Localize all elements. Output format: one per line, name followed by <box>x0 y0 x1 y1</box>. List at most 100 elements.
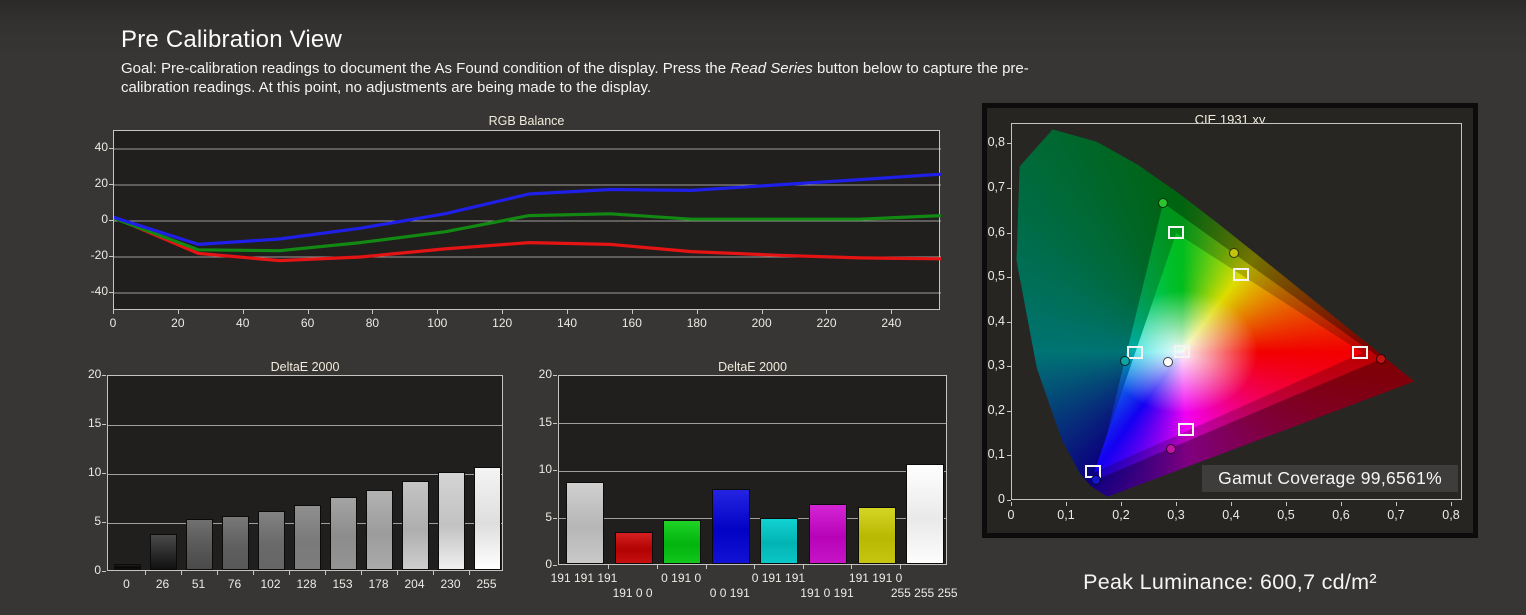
rgb-y-tick-label: 0 <box>101 212 108 226</box>
deltae-x-tick <box>754 565 756 569</box>
cie-y-tick <box>1007 277 1011 279</box>
rgb-x-tick <box>307 310 309 314</box>
deltae-bar <box>566 482 604 564</box>
deltae-x-tick <box>802 565 804 569</box>
deltae-y-tick <box>553 375 557 376</box>
cie-x-tick <box>1231 502 1232 506</box>
deltae-bar-label: 0 191 0 <box>661 571 702 585</box>
deltae-bar <box>294 505 321 570</box>
deltae-grayscale-title: DeltaE 2000 <box>270 360 340 374</box>
rgb-x-tick-label: 180 <box>686 316 707 330</box>
deltae-y-tick <box>102 473 106 474</box>
deltae-color-plot <box>558 375 947 565</box>
cie-target-green-square <box>1168 225 1185 239</box>
deltae-bar <box>906 464 945 564</box>
deltae-bar <box>258 511 285 570</box>
deltae-bar <box>711 489 750 564</box>
deltae-y-tick <box>102 424 106 425</box>
deltae-y-tick-label: 15 <box>538 414 552 429</box>
cie-x-tick <box>1286 502 1287 506</box>
deltae-y-tick-label: 10 <box>538 462 552 476</box>
deltae-x-tick <box>851 565 853 569</box>
rgb-y-tick <box>109 148 113 149</box>
rgb-x-tick-label: 240 <box>881 316 902 330</box>
rgb-x-tick-label: 220 <box>816 316 837 330</box>
gridline <box>559 423 946 424</box>
rgb-x-tick-label: 60 <box>300 316 315 330</box>
deltae-bar-label: 255 255 255 <box>890 586 958 600</box>
rgb-y-tick-label: -20 <box>90 248 108 262</box>
goal-text: Goal: Pre-calibration readings to docume… <box>121 60 1036 98</box>
cie-y-tick-label: 0,4 <box>987 313 1005 328</box>
deltae-bar-label: 0 191 191 <box>751 571 806 585</box>
deltae-x-tick <box>180 571 182 575</box>
deltae-x-tick <box>144 571 146 575</box>
deltae-bar-label: 191 191 191 <box>550 571 618 585</box>
page-title: Pre Calibration View <box>121 26 342 53</box>
deltae-x-tick <box>252 571 254 575</box>
deltae-y-tick <box>553 422 557 424</box>
rgb-x-tick-label: 160 <box>621 316 642 330</box>
cie-x-tick-label: 0,5 <box>1277 508 1295 522</box>
deltae-y-tick <box>553 517 557 519</box>
deltae-y-tick <box>102 522 106 523</box>
deltae-color-chart: DeltaE 2000 0 5 10 15 20 191 191 191 191 0 0 0 … <box>535 358 960 613</box>
deltae-bar-label: 191 0 191 <box>800 586 854 600</box>
rgb-x-tick <box>242 310 244 314</box>
deltae-y-tick-label: 0 <box>545 557 552 571</box>
cie-x-tick <box>1011 502 1012 506</box>
rgb-line-red <box>114 215 941 263</box>
cie-y-tick <box>1007 143 1011 145</box>
rgb-y-tick <box>109 256 113 257</box>
rgb-x-tick-label: 0 <box>109 316 117 330</box>
gridline <box>108 424 502 426</box>
cie-measured-green-point <box>1158 197 1169 208</box>
rgb-x-tick-label: 120 <box>492 316 513 330</box>
rgb-x-tick <box>826 310 828 314</box>
rgb-x-tick <box>696 310 698 314</box>
deltae-bar-label: 191 0 0 <box>612 586 653 600</box>
cie-x-tick-label: 0,4 <box>1222 508 1240 522</box>
cie-x-tick <box>1176 502 1177 506</box>
cie-target-yellow-square <box>1232 268 1249 282</box>
deltae-bar <box>330 497 357 570</box>
cie-x-tick <box>1066 502 1067 506</box>
rgb-x-tick-label: 100 <box>427 316 448 330</box>
rgb-balance-lines <box>114 148 941 294</box>
deltae-bar <box>614 532 653 564</box>
deltae-x-tick <box>324 571 326 575</box>
cie-target-white-square <box>1174 345 1191 359</box>
cie-x-tick-label: 0,7 <box>1387 508 1405 522</box>
gridline <box>559 470 946 472</box>
cie-y-tick-label: 0,3 <box>987 358 1005 373</box>
rgb-y-tick <box>109 184 113 185</box>
deltae-bar <box>114 564 141 570</box>
cie-y-tick <box>1007 455 1011 457</box>
cie-y-tick-label: 0,1 <box>987 447 1005 462</box>
deltae-x-tick <box>288 571 290 575</box>
rgb-x-tick <box>761 310 763 314</box>
goal-read-series: Read Series <box>730 60 813 77</box>
cie-x-tick-label: 0,8 <box>1442 508 1460 522</box>
deltae-bar <box>809 504 847 564</box>
deltae-bar-label: 255 <box>476 577 497 591</box>
rgb-x-tick-label: 140 <box>557 316 578 330</box>
cie-x-tick <box>1121 502 1122 506</box>
rgb-balance-chart: RGB Balance 40 20 0 -20 -40 0 20 40 60 80 100 120 14… <box>88 112 955 344</box>
rgb-balance-plot <box>113 130 941 310</box>
rgb-y-tick <box>109 292 113 293</box>
deltae-x-tick <box>705 565 707 569</box>
cie-y-tick <box>1007 366 1011 368</box>
pre-calibration-view: Pre Calibration View Goal: Pre-calibrati… <box>0 0 1526 615</box>
rgb-balance-title: RGB Balance <box>488 114 565 128</box>
deltae-x-tick <box>468 571 470 575</box>
deltae-x-tick <box>432 571 434 575</box>
deltae-bar <box>366 490 393 570</box>
deltae-y-tick <box>553 470 557 471</box>
rgb-x-tick <box>372 310 374 314</box>
cie-x-tick-label: 0 <box>1007 508 1015 522</box>
cie-y-tick-label: 0,5 <box>987 269 1005 284</box>
cie-y-tick <box>1007 321 1011 323</box>
deltae-x-tick <box>396 571 398 575</box>
rgb-y-tick-label: 40 <box>94 140 108 154</box>
